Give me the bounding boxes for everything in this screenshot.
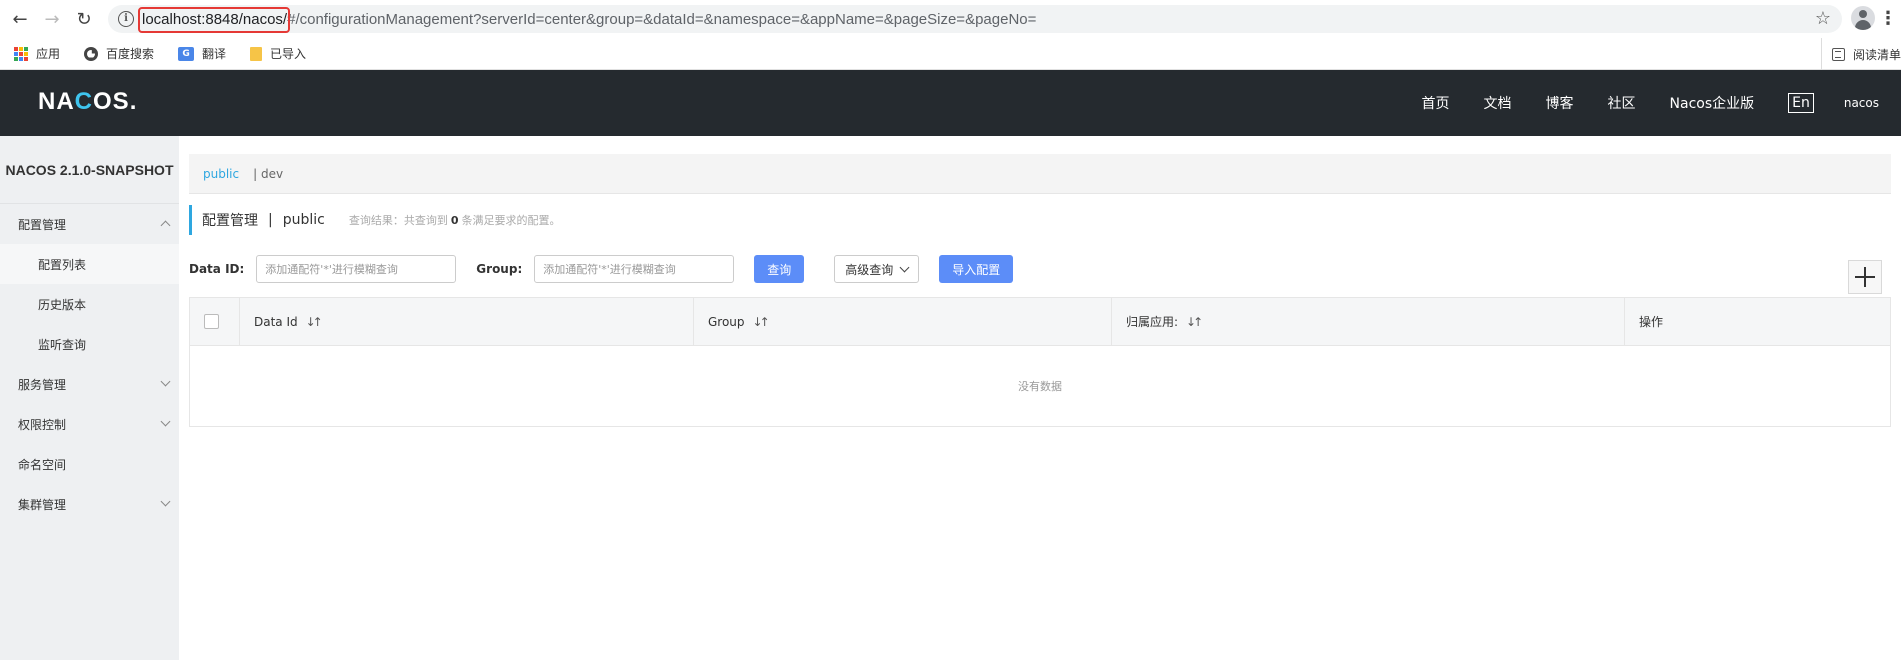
sort-icon[interactable]: ↓↑ — [1186, 315, 1203, 329]
translate-icon: G — [178, 46, 195, 61]
namespace-public[interactable]: public — [203, 167, 239, 181]
sidebar-item-label: 配置列表 — [38, 257, 87, 272]
version-title: NACOS 2.1.0-SNAPSHOT — [0, 136, 179, 204]
chevron-down-icon — [899, 262, 910, 272]
add-config-button[interactable] — [1848, 260, 1882, 294]
column-label: 归属应用: — [1126, 315, 1179, 329]
query-result-text: 查询结果：共查询到 0 条满足要求的配置。 — [348, 214, 561, 227]
address-bar[interactable]: i localhost:8848/nacos/#/configurationMa… — [108, 5, 1842, 33]
url-host: localhost:8848/nacos/ — [138, 6, 291, 33]
bookmarks-bar: 应用 百度搜索 G 翻译 已导入 阅读清单 — [0, 38, 1901, 70]
reading-list[interactable]: 阅读清单 — [1820, 38, 1901, 70]
reload-icon[interactable]: ↻ — [72, 7, 96, 31]
sidebar-item-service-management[interactable]: 服务管理 — [0, 364, 179, 404]
empty-state: 没有数据 — [1018, 380, 1062, 393]
group-input[interactable] — [534, 255, 735, 283]
search-form: Data ID: Group: 查询 高级查询 导入配置 — [189, 254, 1014, 284]
sort-icon[interactable]: ↓↑ — [753, 315, 770, 329]
bookmark-label: 已导入 — [270, 47, 307, 61]
chevron-up-icon — [160, 220, 171, 231]
current-namespace: public — [282, 212, 325, 228]
chevron-down-icon — [160, 496, 171, 507]
app-header: NACOS. 首页 文档 博客 社区 Nacos企业版 En nacos — [0, 70, 1901, 136]
globe-icon — [84, 46, 99, 61]
language-toggle[interactable]: En — [1788, 93, 1814, 113]
bookmark-apps[interactable]: 应用 — [14, 45, 60, 62]
breadcrumb-separator: | — [268, 212, 273, 228]
sidebar-item-history[interactable]: 历史版本 — [0, 284, 179, 324]
url-highlight-box — [138, 6, 291, 33]
reading-list-icon — [1831, 47, 1845, 61]
advanced-query-label: 高级查询 — [845, 262, 894, 277]
sidebar-item-access-control[interactable]: 权限控制 — [0, 404, 179, 444]
sidebar-item-label: 配置管理 — [18, 217, 67, 232]
dataid-label: Data ID: — [189, 262, 245, 276]
bookmark-star-icon[interactable]: ☆ — [1815, 8, 1831, 29]
nacos-logo[interactable]: NACOS. — [38, 88, 137, 116]
forward-arrow-icon[interactable]: → — [40, 7, 64, 31]
browser-toolbar: ← → ↻ i localhost:8848/nacos/#/configura… — [0, 0, 1901, 38]
advanced-query-button[interactable]: 高级查询 — [834, 255, 920, 283]
select-all-checkbox[interactable] — [204, 314, 219, 329]
account-icon[interactable] — [1851, 6, 1875, 30]
sidebar-item-listener-query[interactable]: 监听查询 — [0, 324, 179, 364]
sidebar-item-namespace[interactable]: 命名空间 — [0, 444, 179, 484]
table-header: Data Id ↓↑ Group ↓↑ 归属应用: ↓↑ 操作 — [190, 298, 1890, 346]
sidebar: NACOS 2.1.0-SNAPSHOT 配置管理 配置列表 历史版本 监听查询… — [0, 136, 179, 660]
namespace-dev[interactable]: | dev — [253, 167, 283, 181]
column-label: Group — [708, 314, 745, 329]
chevron-down-icon — [160, 416, 171, 427]
result-count: 0 — [450, 214, 459, 227]
kebab-menu-icon[interactable]: ⋮ — [1879, 8, 1897, 29]
page-title: 配置管理 — [202, 213, 258, 229]
bookmark-imported[interactable]: 已导入 — [250, 45, 306, 62]
bookmark-baidu[interactable]: 百度搜索 — [84, 45, 154, 62]
column-label: 操作 — [1639, 315, 1664, 329]
breadcrumb: 配置管理 | public 查询结果：共查询到 0 条满足要求的配置。 — [189, 205, 561, 235]
apps-grid-icon — [14, 46, 28, 61]
folder-icon — [250, 46, 263, 61]
sidebar-item-config-management[interactable]: 配置管理 — [0, 204, 179, 244]
sidebar-item-label: 服务管理 — [18, 377, 67, 392]
sidebar-item-label: 权限控制 — [18, 417, 67, 432]
site-info-icon[interactable]: i — [118, 11, 134, 27]
chevron-down-icon — [160, 376, 171, 387]
sidebar-item-label: 监听查询 — [38, 337, 87, 352]
back-arrow-icon[interactable]: ← — [8, 7, 32, 31]
sidebar-item-cluster-management[interactable]: 集群管理 — [0, 484, 179, 524]
column-label: Data Id — [254, 314, 298, 329]
sidebar-item-label: 集群管理 — [18, 497, 67, 512]
dataid-input[interactable] — [256, 255, 457, 283]
query-button[interactable]: 查询 — [754, 255, 805, 283]
url-path: #/configurationManagement?serverId=cente… — [287, 10, 1037, 28]
bookmark-label: 应用 — [36, 47, 61, 61]
user-menu[interactable]: nacos — [1844, 96, 1879, 110]
config-table: Data Id ↓↑ Group ↓↑ 归属应用: ↓↑ 操作 没有数据 — [189, 297, 1891, 427]
main-content: public | dev 配置管理 | public 查询结果：共查询到 0 条满足… — [179, 136, 1901, 660]
column-data-id[interactable]: Data Id ↓↑ — [240, 298, 694, 345]
bookmark-label: 翻译 — [202, 47, 227, 61]
sidebar-item-config-list[interactable]: 配置列表 — [0, 244, 179, 284]
column-actions: 操作 — [1625, 298, 1890, 345]
nav-blog[interactable]: 博客 — [1546, 93, 1574, 113]
sidebar-item-label: 命名空间 — [18, 457, 67, 472]
select-all-cell — [190, 298, 240, 345]
plus-icon — [1855, 267, 1875, 287]
url-text: localhost:8848/nacos/#/configurationMana… — [138, 6, 1037, 33]
import-config-button[interactable]: 导入配置 — [939, 255, 1014, 283]
top-nav: 首页 文档 博客 社区 Nacos企业版 En nacos — [1422, 70, 1901, 136]
sidebar-item-label: 历史版本 — [38, 297, 87, 312]
nav-docs[interactable]: 文档 — [1484, 93, 1512, 113]
column-app[interactable]: 归属应用: ↓↑ — [1112, 298, 1625, 345]
namespace-bar: public | dev — [189, 154, 1891, 194]
nav-home[interactable]: 首页 — [1422, 93, 1450, 113]
bookmark-label: 百度搜索 — [106, 47, 155, 61]
bookmark-translate[interactable]: G 翻译 — [178, 45, 226, 62]
nav-enterprise[interactable]: Nacos企业版 — [1670, 93, 1755, 113]
column-group[interactable]: Group ↓↑ — [694, 298, 1112, 345]
reading-list-label: 阅读清单 — [1852, 47, 1901, 62]
nav-community[interactable]: 社区 — [1608, 93, 1636, 113]
group-label: Group: — [476, 262, 523, 276]
sort-icon[interactable]: ↓↑ — [306, 315, 323, 329]
